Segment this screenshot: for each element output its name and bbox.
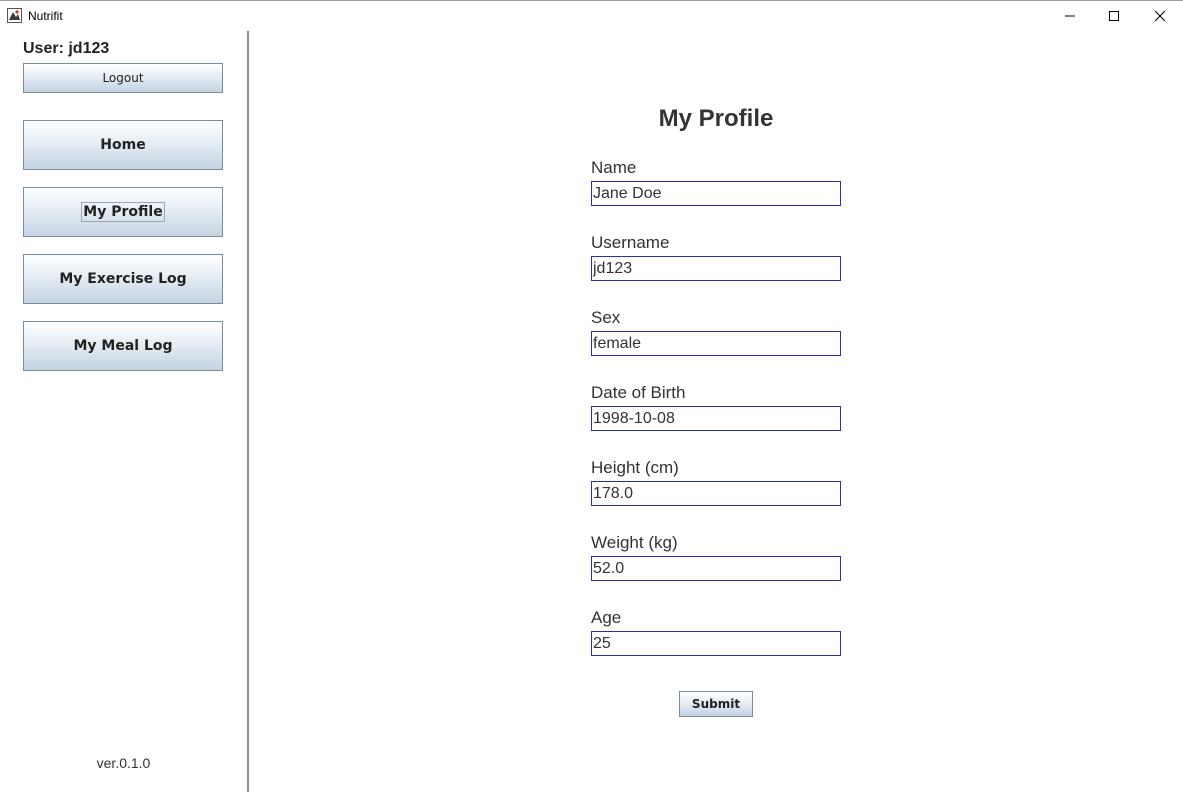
close-icon [1154,10,1166,22]
close-button[interactable] [1137,1,1183,31]
name-field[interactable] [591,181,841,206]
date-of-birth-field[interactable] [591,406,841,431]
name-label: Name [591,158,637,177]
version-label: ver.0.1.0 [96,755,151,771]
nav-home-label: Home [100,137,146,153]
weight-label: Weight (kg) [591,533,678,552]
height-label: Height (cm) [591,458,679,477]
weight-field[interactable] [591,556,841,581]
window-titlebar: Nutrifit [0,0,1183,31]
age-label: Age [591,608,622,627]
maximize-button[interactable] [1091,1,1137,31]
app-icon [7,8,22,23]
sex-field[interactable] [591,331,841,356]
user-label: User: jd123 [23,40,110,57]
minimize-button[interactable] [1047,1,1093,31]
nav-home-button[interactable]: Home [23,120,223,170]
nav-my-exercise-log-label: My Exercise Log [59,271,187,287]
nav-my-meal-log-button[interactable]: My Meal Log [23,321,223,371]
submit-button-label: Submit [691,697,741,711]
window-title: Nutrifit [28,9,63,23]
page-title: My Profile [658,105,774,132]
height-field[interactable] [591,481,841,506]
logout-button[interactable]: Logout [23,63,223,93]
age-field[interactable] [591,631,841,656]
username-label: Username [591,233,670,252]
sex-label: Sex [591,308,621,327]
logout-button-label: Logout [102,71,144,85]
nav-my-exercise-log-button[interactable]: My Exercise Log [23,254,223,304]
username-field[interactable] [591,256,841,281]
nav-my-meal-log-label: My Meal Log [73,338,173,354]
sidebar-divider [247,31,249,792]
minimize-icon [1065,15,1075,17]
nav-my-profile-label: My Profile [81,202,165,222]
date-of-birth-label: Date of Birth [591,383,686,402]
submit-button[interactable]: Submit [679,691,753,717]
maximize-icon [1109,11,1119,21]
nav-my-profile-button[interactable]: My Profile [23,187,223,237]
